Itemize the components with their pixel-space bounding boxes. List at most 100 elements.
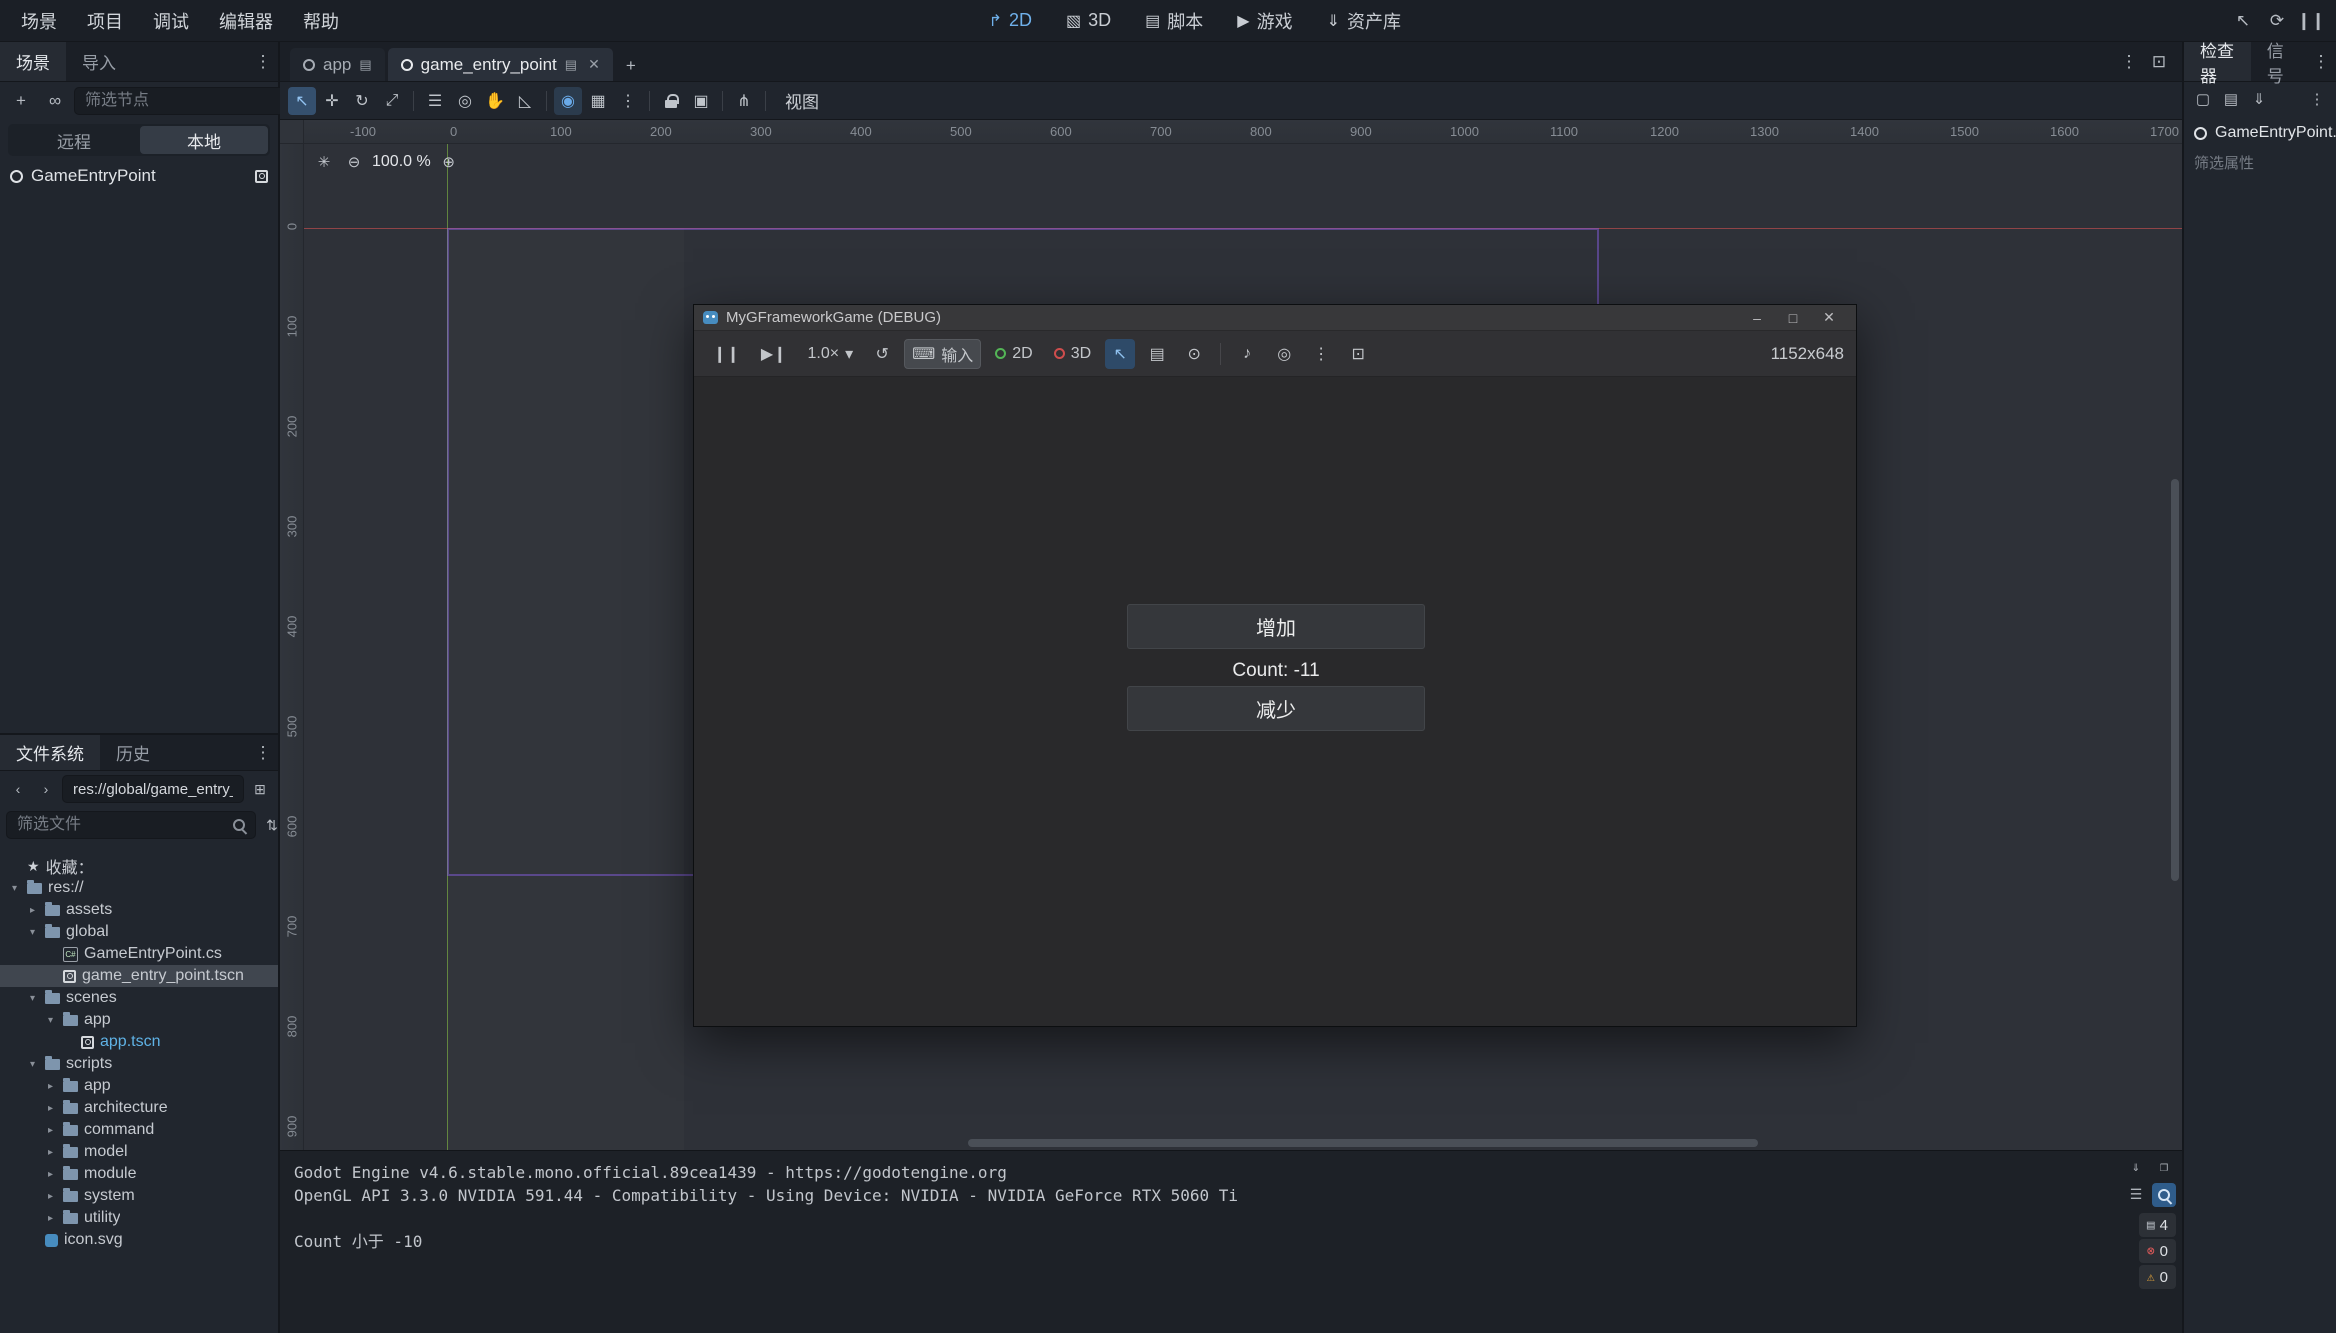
nav-forward-icon[interactable]: › bbox=[34, 777, 58, 801]
rotate-tool[interactable]: ↻ bbox=[348, 87, 376, 115]
expand-arrow-icon[interactable]: ▸ bbox=[44, 1191, 57, 1202]
remote-tab[interactable]: 远程 bbox=[10, 126, 138, 154]
property-filter[interactable]: 筛选属性 bbox=[2184, 146, 2336, 179]
camera-override-icon[interactable]: ◎ bbox=[1269, 339, 1299, 369]
file-tree-item[interactable]: ▾global bbox=[0, 921, 278, 943]
move-tool[interactable]: ✛ bbox=[318, 87, 346, 115]
tab-filesystem[interactable]: 文件系统 bbox=[0, 735, 100, 770]
file-tree-item[interactable]: ▸system bbox=[0, 1185, 278, 1207]
ruler-tool[interactable]: ◺ bbox=[511, 87, 539, 115]
file-tree-item[interactable]: ▾res:// bbox=[0, 877, 278, 899]
smart-snap-toggle[interactable]: ◉ bbox=[554, 87, 582, 115]
file-tree-item[interactable]: ▾app bbox=[0, 1009, 278, 1031]
split-view-icon[interactable]: ⊞ bbox=[248, 777, 272, 801]
restart-icon[interactable]: ↺ bbox=[867, 339, 897, 369]
close-icon[interactable]: ✕ bbox=[1811, 305, 1847, 330]
menubar-menu[interactable]: 场景 bbox=[6, 0, 72, 41]
resource-menu[interactable]: ⋮ bbox=[2304, 86, 2330, 112]
file-tree-item[interactable]: ▾scripts bbox=[0, 1053, 278, 1075]
workspace-game[interactable]: ▶游戏 bbox=[1220, 0, 1309, 41]
error-count-badge[interactable]: ⊗0 bbox=[2139, 1239, 2176, 1263]
file-tree-item[interactable]: ▸app bbox=[0, 1075, 278, 1097]
expand-arrow-icon[interactable]: ▾ bbox=[26, 993, 39, 1004]
expand-arrow-icon[interactable]: ▾ bbox=[26, 927, 39, 938]
lock-button[interactable] bbox=[657, 87, 685, 115]
select-list-mode[interactable]: ▤ bbox=[1142, 339, 1172, 369]
search-log-icon[interactable] bbox=[2152, 1183, 2176, 1207]
expand-arrow-icon[interactable]: ▾ bbox=[44, 1015, 57, 1026]
mode-3d[interactable]: 3D bbox=[1047, 339, 1098, 369]
scene-tab[interactable]: app▤ bbox=[290, 48, 385, 81]
menubar-menu[interactable]: 编辑器 bbox=[204, 0, 288, 41]
grid-snap-toggle[interactable]: ▦ bbox=[584, 87, 612, 115]
scene-dock-menu-icon[interactable]: ⋮ bbox=[248, 47, 278, 77]
path-input[interactable] bbox=[71, 780, 235, 799]
center-view-icon[interactable]: ✳ bbox=[312, 150, 336, 174]
zoom-level[interactable]: 100.0 % bbox=[372, 153, 431, 171]
menubar-menu[interactable]: 帮助 bbox=[288, 0, 354, 41]
file-tree-item[interactable]: C#GameEntryPoint.cs bbox=[0, 943, 278, 965]
file-tree-item[interactable]: game_entry_point.tscn bbox=[0, 965, 278, 987]
resource-save-icon[interactable]: ⇓ bbox=[2246, 86, 2272, 112]
inspector-dock-menu-icon[interactable]: ⋮ bbox=[2306, 47, 2336, 77]
pivot-tool[interactable]: ◎ bbox=[451, 87, 479, 115]
expand-viewport-icon[interactable]: ⊡ bbox=[2144, 47, 2174, 77]
file-tree-item[interactable]: ▸architecture bbox=[0, 1097, 278, 1119]
increase-button[interactable]: 增加 bbox=[1127, 604, 1425, 649]
file-tree-item[interactable]: ▸utility bbox=[0, 1207, 278, 1229]
vertical-scrollbar[interactable] bbox=[2171, 479, 2179, 881]
expand-arrow-icon[interactable]: ▸ bbox=[44, 1147, 57, 1158]
file-tree-item[interactable]: ★收藏： bbox=[0, 855, 278, 877]
tab-import[interactable]: 导入 bbox=[66, 42, 132, 81]
pan-tool[interactable]: ✋ bbox=[481, 87, 509, 115]
tab-inspector[interactable]: 检查器 bbox=[2184, 42, 2251, 81]
expand-arrow-icon[interactable]: ▸ bbox=[26, 905, 39, 916]
file-tree-item[interactable]: ▸model bbox=[0, 1141, 278, 1163]
nav-back-icon[interactable]: ‹ bbox=[6, 777, 30, 801]
inspected-node-row[interactable]: GameEntryPoint... bbox=[2184, 116, 2336, 146]
file-tree-item[interactable]: icon.svg bbox=[0, 1229, 278, 1251]
maximize-icon[interactable]: □ bbox=[1775, 305, 1811, 330]
expand-arrow-icon[interactable]: ▸ bbox=[44, 1169, 57, 1180]
expand-arrow-icon[interactable]: ▸ bbox=[44, 1213, 57, 1224]
menu-dots[interactable]: ⋮ bbox=[1306, 339, 1336, 369]
save-log-icon[interactable]: ⇓ bbox=[2124, 1155, 2148, 1179]
select-tool[interactable]: ↖ bbox=[288, 87, 316, 115]
zoom-out-icon[interactable]: ⊖ bbox=[342, 150, 366, 174]
file-filter-input[interactable] bbox=[15, 815, 226, 835]
expand-arrow-icon[interactable]: ▸ bbox=[44, 1125, 57, 1136]
menubar-menu[interactable]: 调试 bbox=[138, 0, 204, 41]
workspace-script[interactable]: ▤脚本 bbox=[1128, 0, 1220, 41]
new-scene-tab-button[interactable]: + bbox=[616, 51, 646, 81]
view-menu-button[interactable]: 视图 bbox=[773, 87, 831, 115]
group-button[interactable]: ▣ bbox=[687, 87, 715, 115]
workspace-2d[interactable]: ↱2D bbox=[972, 0, 1049, 41]
expand-arrow-icon[interactable]: ▾ bbox=[8, 883, 21, 894]
copy-log-icon[interactable]: ❐ bbox=[2152, 1155, 2176, 1179]
zoom-in-icon[interactable]: ⊕ bbox=[437, 150, 461, 174]
scene-tabs-menu-icon[interactable]: ⋮ bbox=[2114, 47, 2144, 77]
snap-options-menu[interactable]: ⋮ bbox=[614, 87, 642, 115]
message-count-badge[interactable]: ▤4 bbox=[2139, 1213, 2176, 1237]
file-tree-item[interactable]: app.tscn bbox=[0, 1031, 278, 1053]
close-icon[interactable]: ✕ bbox=[588, 56, 600, 73]
audio-toggle[interactable]: ♪ bbox=[1232, 339, 1262, 369]
tab-scene[interactable]: 场景 bbox=[0, 42, 66, 81]
pause-icon[interactable]: ❙❙ bbox=[2296, 6, 2326, 36]
pause-game-icon[interactable]: ❙❙ bbox=[706, 339, 747, 369]
open-script-icon[interactable] bbox=[255, 170, 268, 183]
decrease-button[interactable]: 减少 bbox=[1127, 686, 1425, 731]
game-window-titlebar[interactable]: MyGFrameworkGame (DEBUG) – □ ✕ bbox=[694, 305, 1856, 331]
scale-tool[interactable]: ⤢ bbox=[378, 87, 406, 115]
filesystem-menu-icon[interactable]: ⋮ bbox=[248, 738, 278, 768]
expand-arrow-icon[interactable]: ▸ bbox=[44, 1103, 57, 1114]
file-tree-item[interactable]: ▸module bbox=[0, 1163, 278, 1185]
mouse-pointer-icon[interactable]: ↖ bbox=[2228, 6, 2258, 36]
list-select-tool[interactable]: ☰ bbox=[421, 87, 449, 115]
file-tree-item[interactable]: ▸assets bbox=[0, 899, 278, 921]
add-node-button[interactable]: + bbox=[6, 86, 36, 116]
skeleton-options[interactable]: ⋔ bbox=[730, 87, 758, 115]
menubar-menu[interactable]: 项目 bbox=[72, 0, 138, 41]
visibility-icon[interactable]: ⊙ bbox=[1179, 339, 1209, 369]
horizontal-scrollbar[interactable] bbox=[968, 1139, 1758, 1147]
